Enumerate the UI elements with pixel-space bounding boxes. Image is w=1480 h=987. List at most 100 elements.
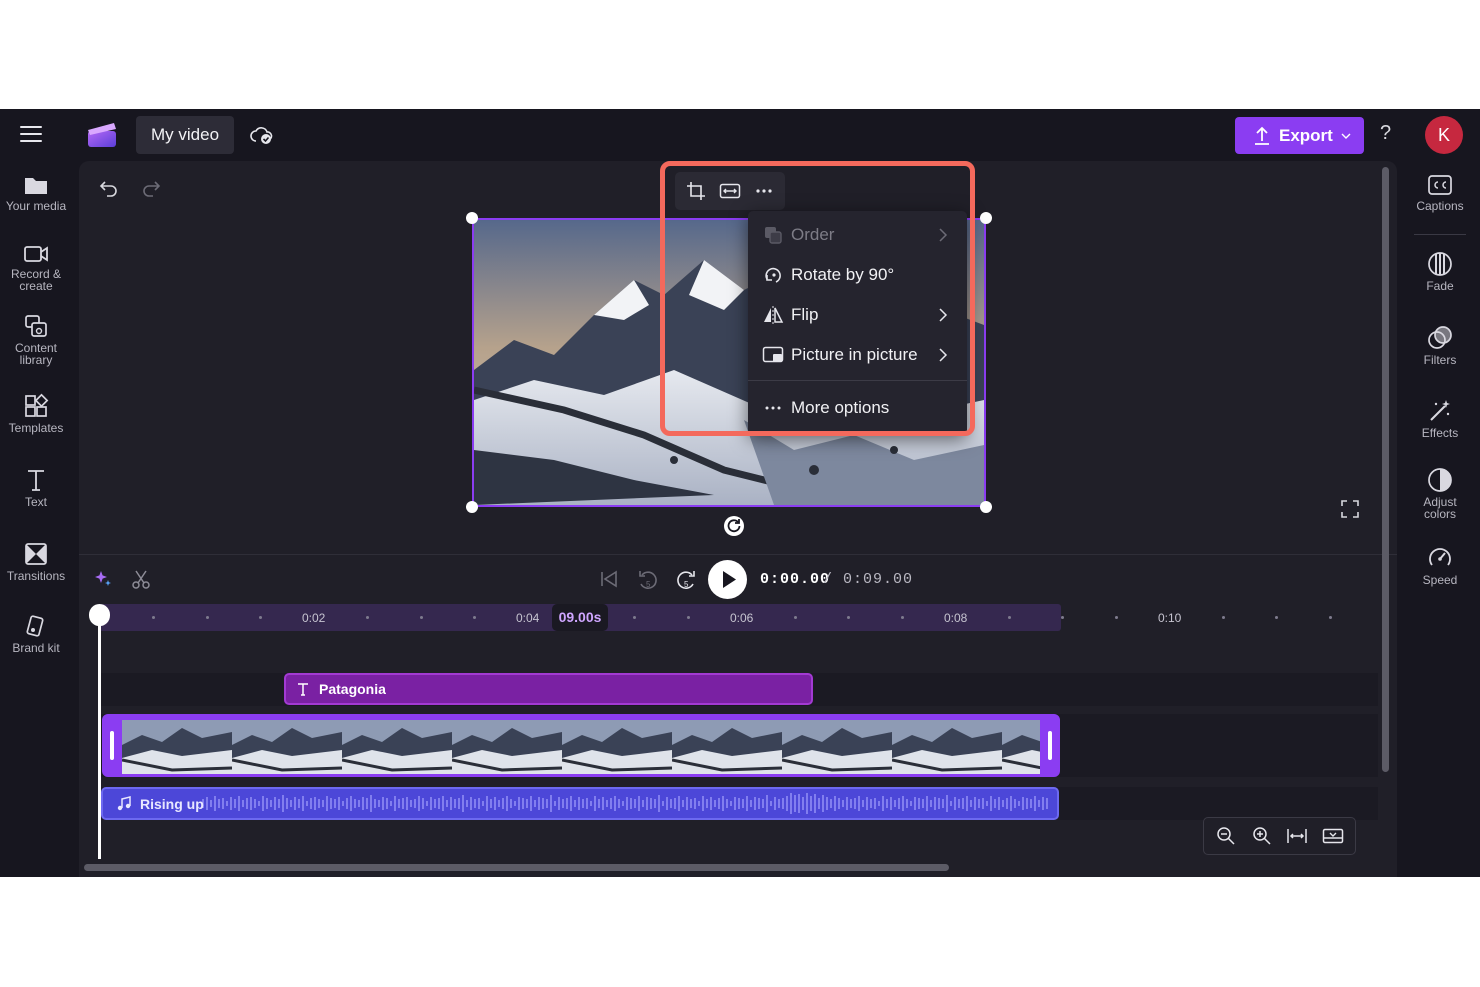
trim-handle-right[interactable]	[1048, 731, 1052, 760]
ai-sparkle-icon[interactable]	[93, 569, 113, 589]
horizontal-scrollbar[interactable]	[84, 864, 949, 871]
tick-dot	[901, 616, 904, 619]
tick-dot	[259, 616, 262, 619]
transitions-icon	[23, 541, 49, 567]
hamburger-menu-icon[interactable]	[20, 126, 42, 142]
video-thumbnail	[122, 720, 232, 777]
tick-dot	[687, 616, 690, 619]
undo-icon[interactable]	[99, 179, 119, 197]
text-icon	[23, 467, 49, 493]
video-thumbnail	[342, 720, 452, 777]
fit-icon[interactable]	[715, 176, 745, 206]
fade-icon	[1427, 251, 1453, 277]
forward-5-icon[interactable]: 5	[675, 569, 697, 591]
zoom-out-icon[interactable]	[1211, 821, 1241, 851]
camera-icon	[23, 243, 49, 265]
menu-item-more-options[interactable]: More options	[748, 388, 967, 428]
user-avatar[interactable]: K	[1425, 116, 1463, 154]
audio-waveform	[103, 789, 1057, 818]
cloud-sync-icon[interactable]	[250, 123, 274, 147]
tick-dot	[152, 616, 155, 619]
resize-handle-top-left[interactable]	[466, 212, 478, 224]
text-icon	[296, 682, 310, 696]
audio-clip-label: Rising up	[140, 796, 204, 812]
chevron-down-icon	[1341, 132, 1351, 140]
video-thumbnail	[562, 720, 672, 777]
export-label: Export	[1279, 126, 1333, 146]
menu-divider	[748, 380, 967, 381]
tick-dot	[1329, 616, 1332, 619]
sidebar-item-captions[interactable]: Captions	[1400, 173, 1480, 212]
resize-handle-top-right[interactable]	[980, 212, 992, 224]
app-logo-icon	[86, 121, 118, 149]
more-options-icon[interactable]	[749, 176, 779, 206]
export-button[interactable]: Export	[1235, 117, 1364, 154]
filters-icon	[1427, 325, 1453, 351]
rewind-5-icon[interactable]: 5	[637, 569, 659, 591]
tick-dot	[1061, 616, 1064, 619]
menu-item-order[interactable]: Order	[748, 215, 967, 255]
collapse-timeline-icon[interactable]	[1318, 821, 1348, 851]
tick-label: 0:06	[730, 611, 753, 625]
scissors-icon[interactable]	[131, 569, 151, 589]
order-icon	[762, 224, 784, 246]
sidebar-item-fade[interactable]: Fade	[1400, 251, 1480, 292]
menu-item-picture-in-picture[interactable]: Picture in picture	[748, 335, 967, 375]
preview-toolbar	[675, 172, 785, 210]
video-clip[interactable]	[102, 714, 1060, 777]
sidebar-item-filters[interactable]: Filters	[1400, 325, 1480, 366]
playhead-line	[98, 613, 101, 859]
vertical-scrollbar[interactable]	[1382, 167, 1389, 772]
clipchamp-editor: My video Export ? K Your media Record & …	[0, 109, 1480, 877]
sidebar-item-templates[interactable]: Templates	[0, 393, 72, 434]
redo-icon[interactable]	[141, 179, 161, 197]
playhead-handle[interactable]	[89, 604, 110, 626]
sidebar-item-transitions[interactable]: Transitions	[0, 541, 72, 582]
svg-text:5: 5	[646, 580, 651, 589]
resize-handle-bottom-right[interactable]	[980, 501, 992, 513]
chevron-right-icon	[935, 347, 951, 363]
speed-icon	[1427, 545, 1453, 571]
editor-main-panel: Order Rotate by 90° Flip Picture in pict…	[79, 161, 1397, 877]
sidebar-item-speed[interactable]: Speed	[1400, 545, 1480, 586]
fit-timeline-icon[interactable]	[1282, 821, 1312, 851]
menu-item-rotate[interactable]: Rotate by 90°	[748, 255, 967, 295]
tick-label: 0:04	[516, 611, 539, 625]
text-clip[interactable]: Patagonia	[284, 673, 813, 705]
sidebar-item-brand-kit[interactable]: Brand kit	[0, 613, 72, 654]
play-icon	[708, 560, 747, 599]
audio-clip[interactable]: Rising up	[101, 787, 1059, 820]
effects-icon	[1427, 398, 1453, 424]
crop-icon[interactable]	[681, 176, 711, 206]
text-clip-label: Patagonia	[319, 681, 386, 697]
video-thumbnail	[892, 720, 1002, 777]
sidebar-item-text[interactable]: Text	[0, 467, 72, 508]
menu-item-flip[interactable]: Flip	[748, 295, 967, 335]
trim-handle-left[interactable]	[110, 731, 114, 760]
folder-icon	[23, 173, 49, 197]
tick-dot	[794, 616, 797, 619]
project-title-button[interactable]: My video	[136, 116, 234, 154]
svg-text:5: 5	[684, 580, 689, 589]
timeline-divider	[79, 554, 1397, 555]
video-thumbnail	[672, 720, 782, 777]
tick-dot	[633, 616, 636, 619]
resize-handle-bottom-left[interactable]	[466, 501, 478, 513]
skip-to-start-icon[interactable]	[599, 569, 619, 589]
sidebar-item-your-media[interactable]: Your media	[0, 173, 72, 212]
help-button[interactable]: ?	[1380, 122, 1391, 145]
play-button[interactable]	[708, 560, 747, 599]
sidebar-item-record-create[interactable]: Record & create	[0, 243, 72, 292]
sidebar-item-adjust-colors[interactable]: Adjust colors	[1400, 467, 1480, 520]
brand-kit-icon	[23, 613, 49, 639]
music-note-icon	[116, 796, 132, 812]
sidebar-divider	[1414, 234, 1466, 235]
fullscreen-icon[interactable]	[1340, 499, 1360, 519]
zoom-in-icon[interactable]	[1247, 821, 1277, 851]
sidebar-item-content-library[interactable]: Content library	[0, 313, 72, 366]
library-icon	[23, 313, 49, 339]
pip-icon	[762, 344, 784, 366]
tick-dot	[366, 616, 369, 619]
sidebar-item-effects[interactable]: Effects	[1400, 398, 1480, 439]
rotate-handle-icon[interactable]	[724, 516, 744, 536]
